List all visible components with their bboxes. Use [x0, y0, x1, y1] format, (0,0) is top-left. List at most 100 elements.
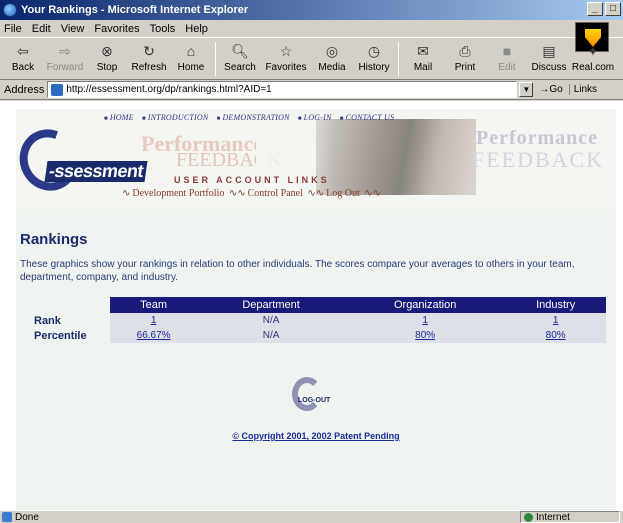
rankings-header-row: Team Department Organization Industry — [32, 297, 606, 313]
page-done-icon — [2, 512, 12, 522]
copyright-link[interactable]: © Copyright 2001, 2002 Patent Pending — [232, 431, 399, 441]
nav-home[interactable]: HOME — [104, 113, 134, 122]
window-controls: _ □ — [587, 2, 621, 16]
rankings-table: Team Department Organization Industry Ra… — [32, 297, 606, 343]
percentile-department-cell: N/A — [197, 328, 345, 343]
site-banner: Performance FEEDBACK Performance FEEDBAC… — [16, 109, 616, 209]
minimize-button[interactable]: _ — [587, 2, 603, 16]
nav-demonstration[interactable]: DEMONSTRATION — [217, 113, 290, 122]
menu-file[interactable]: File — [4, 23, 22, 35]
discuss-icon: ▤ — [542, 42, 556, 59]
address-label: Address — [4, 83, 45, 96]
go-label: Go — [549, 84, 563, 95]
nav-log-in[interactable]: LOG-IN — [298, 113, 332, 122]
favorites-icon: ☆ — [279, 42, 293, 59]
column-header-industry: Industry — [505, 297, 606, 313]
page-title: Rankings — [20, 231, 88, 248]
mail-icon: ✉ — [417, 42, 429, 59]
user-account-links-heading: USER ACCOUNT LINKS — [174, 175, 330, 185]
address-dropdown-button[interactable]: ▼ — [519, 82, 534, 97]
percentile-organization-cell: 80% — [344, 328, 506, 343]
link-development-portfolio[interactable]: Development Portfolio — [132, 188, 224, 199]
back-button[interactable]: ⇦ Back — [2, 39, 44, 74]
home-button[interactable]: ⌂ Home — [170, 39, 212, 73]
rank-team-cell: 1 — [110, 313, 198, 328]
header-blank-cell — [32, 297, 110, 313]
forward-button[interactable]: ⇨ Forward — [44, 39, 86, 74]
user-account-links: ∿ Development Portfolio ∿∿ Control Panel ∿… — [120, 188, 383, 199]
security-zone: Internet — [520, 511, 620, 523]
percentile-organization-link[interactable]: 80% — [415, 330, 435, 341]
page-content: Performance FEEDBACK Performance FEEDBAC… — [16, 109, 616, 510]
print-button[interactable]: ⎙ Print — [444, 39, 486, 74]
refresh-button[interactable]: ↻ Refresh — [128, 39, 170, 74]
address-bar: Address http://essessment.org/dp/ranking… — [0, 80, 623, 100]
site-nav: HOME INTRODUCTION DEMONSTRATION LOG-IN C… — [104, 113, 400, 122]
window-title-bar: Your Rankings - Microsoft Internet Explo… — [0, 0, 623, 20]
restore-button[interactable]: □ — [605, 2, 621, 16]
swirl-icon: ∿∿ — [307, 188, 325, 199]
copyright-notice: © Copyright 2001, 2002 Patent Pending — [16, 431, 616, 441]
column-header-organization: Organization — [344, 297, 506, 313]
menu-tools[interactable]: Tools — [150, 23, 176, 35]
swirl-icon: ∿ — [122, 188, 131, 199]
home-icon: ⌂ — [186, 43, 196, 59]
table-row: Rank 1 N/A 1 1 — [32, 313, 606, 328]
rank-organization-link[interactable]: 1 — [422, 315, 428, 326]
swirl-icon: ∿∿ — [364, 188, 382, 199]
mail-button[interactable]: ✉ Mail — [402, 39, 444, 74]
status-text: Done — [15, 511, 39, 523]
standard-toolbar: ⇦ Back ⇨ Forward ⊗ Stop ↻ Refresh ⌂ Home 🔍︎ Se… — [0, 39, 623, 80]
address-url: http://essessment.org/dp/rankings.html?A… — [66, 84, 272, 95]
media-icon: ◎ — [325, 42, 339, 59]
percentile-industry-link[interactable]: 80% — [546, 330, 566, 341]
nav-contact-us[interactable]: CONTACT US — [340, 113, 394, 122]
history-icon: ◷ — [367, 42, 381, 59]
rank-team-link[interactable]: 1 — [151, 315, 157, 326]
edit-button[interactable]: ■ Edit — [486, 39, 528, 73]
menu-bar: File Edit View Favorites Tools Help — [0, 20, 623, 38]
logout-button[interactable]: LOG-OUT — [286, 377, 342, 417]
nav-introduction[interactable]: INTRODUCTION — [142, 113, 208, 122]
favorites-button[interactable]: ☆ Favorites — [261, 39, 311, 74]
go-button[interactable]: →Go — [539, 84, 562, 95]
page-viewport: Performance FEEDBACK Performance FEEDBAC… — [0, 101, 623, 510]
window-title: Your Rankings - Microsoft Internet Explo… — [21, 4, 249, 16]
percentile-industry-cell: 80% — [505, 328, 606, 343]
essessment-logo-text: -ssessment — [44, 161, 148, 182]
banner-team-photo — [316, 119, 476, 195]
page-icon — [51, 83, 64, 96]
table-row: Percentile 66.67% N/A 80% 80% — [32, 328, 606, 343]
media-button[interactable]: ◎ Media — [311, 39, 353, 74]
percentile-team-cell: 66.67% — [110, 328, 198, 343]
realcom-button[interactable]: ✦ Real.com — [570, 39, 616, 74]
zone-label: Internet — [536, 511, 570, 523]
link-control-panel[interactable]: Control Panel — [248, 188, 303, 199]
menu-edit[interactable]: Edit — [32, 23, 51, 35]
internet-explorer-icon — [3, 3, 17, 17]
search-button[interactable]: 🔍︎ Search — [219, 39, 261, 74]
logout-e-icon — [292, 377, 322, 411]
status-bar: Done Internet — [0, 510, 623, 523]
search-icon: 🔍︎ — [231, 42, 249, 59]
address-input[interactable]: http://essessment.org/dp/rankings.html?A… — [47, 81, 518, 98]
history-button[interactable]: ◷ History — [353, 39, 395, 74]
refresh-icon: ↻ — [143, 42, 155, 59]
link-log-out[interactable]: Log Out — [326, 188, 360, 199]
internet-zone-icon — [524, 512, 533, 522]
rank-industry-link[interactable]: 1 — [553, 315, 559, 326]
rank-industry-cell: 1 — [505, 313, 606, 328]
rank-department-cell: N/A — [197, 313, 345, 328]
percentile-team-link[interactable]: 66.67% — [137, 330, 171, 341]
discuss-button[interactable]: ▤ Discuss — [528, 39, 570, 74]
links-button[interactable]: Links — [568, 84, 597, 95]
stop-button[interactable]: ⊗ Stop — [86, 39, 128, 74]
edit-icon: ■ — [502, 43, 512, 59]
essessment-logo-e — [16, 119, 89, 201]
menu-favorites[interactable]: Favorites — [94, 23, 139, 35]
menu-help[interactable]: Help — [185, 23, 208, 35]
menu-view[interactable]: View — [61, 23, 85, 35]
forward-arrow-icon: ⇨ — [59, 42, 71, 59]
back-arrow-icon: ⇦ — [17, 42, 29, 59]
print-icon: ⎙ — [459, 42, 471, 59]
